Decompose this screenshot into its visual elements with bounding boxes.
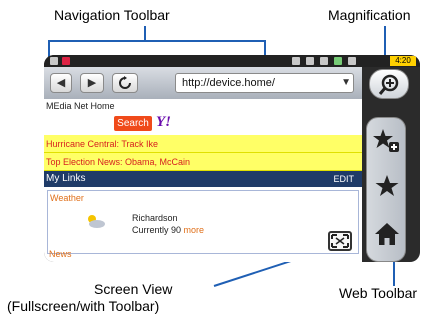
screen-view-callout-line1: Screen View xyxy=(94,281,173,297)
magnification-callout: Magnification xyxy=(328,7,411,23)
navigation-toolbar: ◀ ▶ http://device.home/ ▼ xyxy=(44,67,362,99)
message-icon xyxy=(320,57,328,65)
forward-button[interactable]: ▶ xyxy=(80,73,104,93)
more-link[interactable]: more xyxy=(184,225,205,235)
dropdown-icon[interactable]: ▼ xyxy=(341,74,351,92)
fullscreen-icon xyxy=(331,234,349,248)
web-toolbar-callout: Web Toolbar xyxy=(339,285,418,301)
web-page: MEdia Net Home Search Y! Hurricane Centr… xyxy=(44,99,362,262)
my-links-bar: My Links EDIT xyxy=(44,171,362,187)
weather-icon xyxy=(88,215,105,228)
refresh-icon xyxy=(119,76,131,89)
status-clock: 4:20 xyxy=(390,56,416,66)
add-bookmark-icon xyxy=(373,129,399,152)
status-bar: 4:20 xyxy=(44,55,420,67)
yahoo-logo: Y! xyxy=(156,114,171,130)
refresh-button[interactable] xyxy=(112,73,138,93)
battery-icon xyxy=(348,57,356,65)
alert-icon xyxy=(62,57,70,65)
signal-icon xyxy=(334,57,342,65)
home-icon xyxy=(375,223,399,245)
search-row: Search Y! xyxy=(44,113,362,135)
url-field[interactable]: http://device.home/ ▼ xyxy=(175,73,354,93)
search-button[interactable]: Search xyxy=(114,116,152,131)
wifi-icon xyxy=(306,57,314,65)
magnification-button[interactable] xyxy=(369,69,409,99)
weather-temp: Currently 90 xyxy=(132,225,182,235)
back-button[interactable]: ◀ xyxy=(50,73,72,93)
add-bookmark-button[interactable] xyxy=(372,126,402,156)
weather-temp-line: Currently 90 more xyxy=(132,225,204,235)
nav-callout-line-up xyxy=(144,26,146,41)
site-header: MEdia Net Home xyxy=(46,101,115,111)
weather-label: Weather xyxy=(50,193,84,203)
screenshot-stage: Navigation Toolbar Magnification Screen … xyxy=(0,0,437,321)
bookmarks-button[interactable] xyxy=(372,173,402,203)
screen-view-button[interactable] xyxy=(328,231,352,251)
edit-link[interactable]: EDIT xyxy=(333,171,354,187)
web-toolbar xyxy=(366,117,406,262)
zoom-icon xyxy=(378,74,399,95)
screen-view-callout-line2: (Fullscreen/with Toolbar) xyxy=(7,298,160,314)
news-link-election[interactable]: Top Election News: Obama, McCain xyxy=(44,153,362,171)
news-section-label: News xyxy=(49,249,72,259)
home-button[interactable] xyxy=(372,221,402,251)
back-icon: ◀ xyxy=(56,77,66,89)
bluetooth-icon xyxy=(292,57,300,65)
navigation-toolbar-callout: Navigation Toolbar xyxy=(54,7,170,23)
url-text: http://device.home/ xyxy=(182,77,275,89)
phone-screen: 4:20 ◀ ▶ http://device.home/ ▼ MEdia Net… xyxy=(44,55,420,262)
star-icon xyxy=(375,175,399,196)
notification-icon xyxy=(50,57,58,65)
forward-icon: ▶ xyxy=(87,77,97,89)
weather-widget: Weather Richardson Currently 90 more xyxy=(47,190,359,254)
nav-callout-line-top xyxy=(48,40,266,42)
news-link-hurricane[interactable]: Hurricane Central: Track Ike xyxy=(44,135,362,153)
my-links-label: My Links xyxy=(46,173,86,184)
weather-city: Richardson xyxy=(132,213,178,223)
